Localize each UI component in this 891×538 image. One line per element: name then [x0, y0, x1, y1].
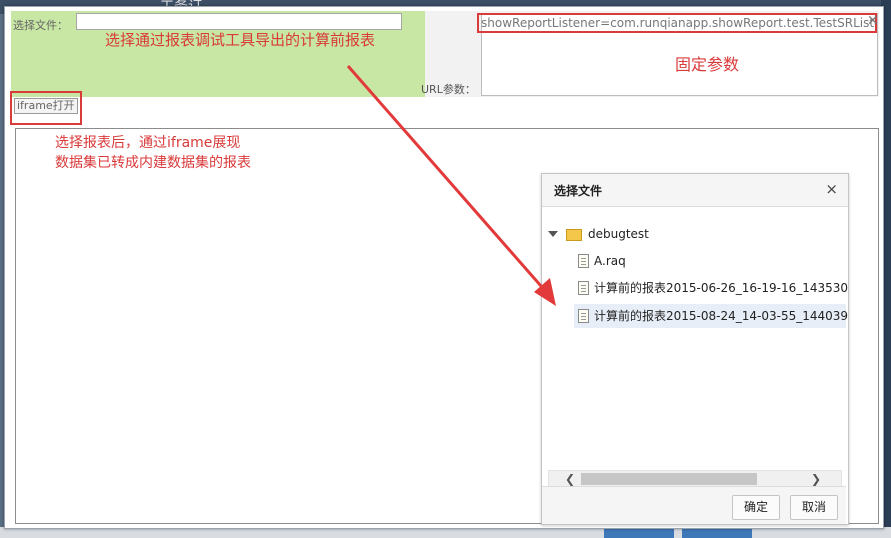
tree-folder-debugtest[interactable]: debugtest — [542, 222, 846, 246]
file-label: A.raq — [594, 254, 626, 268]
scroll-right-icon[interactable]: ❯ — [811, 471, 821, 487]
dialog-title: 选择文件 — [554, 184, 603, 198]
folder-icon — [566, 229, 582, 241]
url-params-label: URL参数： — [421, 83, 476, 96]
tree-file-item[interactable]: 计算前的报表2015-06-26_16-19-16_143530 — [574, 276, 849, 300]
folder-label: debugtest — [588, 227, 649, 241]
annotation-iframe-note-line1: 选择报表后，通过iframe展现 — [55, 135, 241, 151]
file-label: 选择文件： — [13, 19, 68, 32]
file-icon — [578, 309, 589, 323]
tree-file-item-selected[interactable]: 计算前的报表2015-08-24_14-03-55_144039 — [574, 304, 849, 328]
file-icon — [578, 254, 589, 268]
url-params-value[interactable]: showReportListener=com.runqianapp.showRe… — [477, 13, 877, 33]
dialog-footer: 确定 取消 — [542, 486, 846, 524]
scroll-left-icon[interactable]: ❮ — [565, 471, 575, 487]
file-chooser-dialog: 选择文件 × debugtest A.raq 计算前的报表2015-06-26_… — [541, 173, 849, 525]
dialog-close-icon[interactable]: × — [825, 180, 838, 198]
file-label: 计算前的报表2015-06-26_16-19-16_143530 — [594, 281, 849, 295]
dialog-header: 选择文件 × — [542, 174, 848, 207]
cancel-button[interactable]: 取消 — [790, 495, 838, 520]
scroll-thumb[interactable] — [581, 473, 757, 485]
ok-button[interactable]: 确定 — [732, 495, 780, 520]
annotation-iframe-note: 选择报表后，通过iframe展现 数据集已转成内建数据集的报表 — [55, 133, 251, 173]
file-icon — [578, 281, 589, 295]
file-label: 计算前的报表2015-08-24_14-03-55_144039 — [594, 309, 849, 323]
annotation-iframe-note-line2: 数据集已转成内建数据集的报表 — [55, 155, 251, 171]
tree-file-item[interactable]: A.raq — [574, 249, 846, 273]
annotation-fixed-params: 固定参数 — [675, 55, 740, 74]
annotation-export-note: 选择通过报表调试工具导出的计算前报表 — [105, 31, 376, 49]
iframe-open-button[interactable]: iframe打开 — [14, 98, 78, 114]
expand-triangle-icon[interactable] — [548, 231, 558, 237]
file-input[interactable] — [76, 13, 402, 30]
iframe-open-highlight: iframe打开 — [10, 91, 82, 125]
report-test-window: 选择文件： URL参数： showReportListener=com.runq… — [4, 6, 884, 529]
close-icon[interactable]: ✕ — [867, 13, 879, 29]
